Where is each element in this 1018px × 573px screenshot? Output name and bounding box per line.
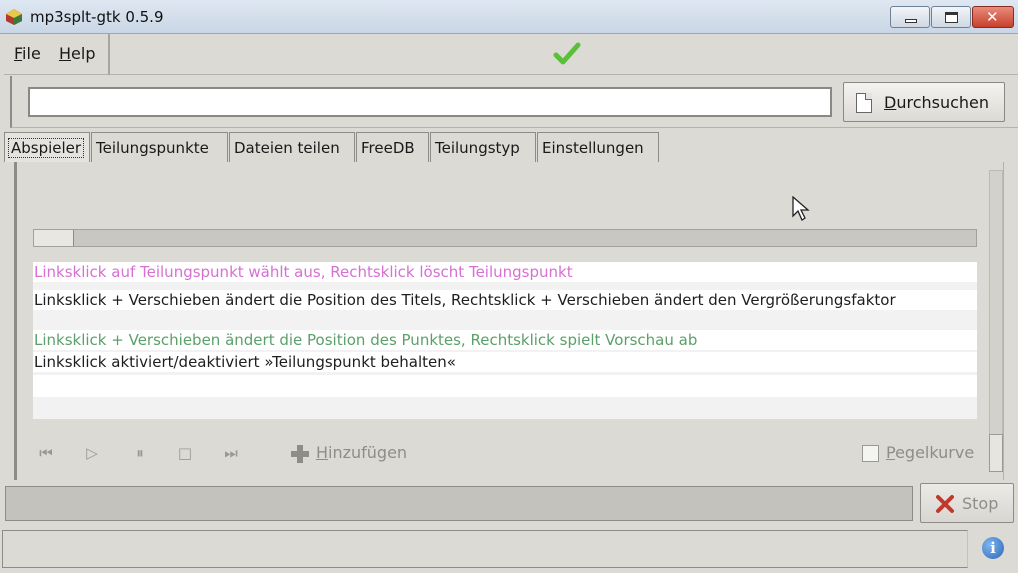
waveform-blank-row bbox=[33, 375, 977, 397]
tab-einstellungen[interactable]: Einstellungen bbox=[537, 132, 659, 162]
file-chooser-row: Durchsuchen bbox=[10, 76, 1018, 128]
stop-label: Stop bbox=[962, 494, 999, 513]
progress-bar bbox=[5, 486, 913, 521]
menu-separator bbox=[108, 34, 110, 75]
document-icon bbox=[856, 93, 872, 113]
add-splitpoint-button[interactable]: Hinzufügen bbox=[316, 443, 407, 462]
tab-freedb[interactable]: FreeDB bbox=[356, 132, 429, 162]
tab-dateien-teilen[interactable]: Dateien teilen bbox=[229, 132, 355, 162]
pause-icon[interactable]: ⏸ bbox=[129, 442, 151, 464]
browse-button[interactable]: Durchsuchen bbox=[843, 82, 1005, 122]
file-path-input[interactable] bbox=[28, 87, 832, 117]
mouse-cursor-icon bbox=[792, 196, 810, 221]
info-icon[interactable]: i bbox=[982, 537, 1004, 559]
close-icon: ✕ bbox=[986, 8, 999, 26]
position-slider-thumb[interactable] bbox=[34, 230, 74, 246]
close-button[interactable]: ✕ bbox=[972, 6, 1014, 28]
checkmark-icon bbox=[553, 42, 581, 65]
vertical-scrollbar[interactable] bbox=[989, 170, 1003, 470]
app-icon bbox=[6, 9, 22, 25]
menu-help[interactable]: Help bbox=[59, 44, 95, 63]
tab-teilungspunkte[interactable]: Teilungspunkte bbox=[91, 132, 228, 162]
next-icon[interactable]: ⏭ bbox=[220, 442, 242, 464]
stop-playback-icon[interactable]: □ bbox=[174, 442, 196, 464]
maximize-icon bbox=[945, 12, 958, 23]
tab-teilungstyp[interactable]: Teilungstyp bbox=[430, 132, 536, 162]
progress-row: Stop bbox=[0, 480, 1018, 526]
level-curve-label[interactable]: Pegelkurve bbox=[886, 443, 974, 462]
maximize-button[interactable] bbox=[931, 6, 971, 28]
tab-bar: Abspieler Teilungspunkte Dateien teilen … bbox=[4, 132, 1014, 162]
stop-x-icon bbox=[936, 495, 954, 513]
hint-line: Linksklick auf Teilungspunkt wählt aus, … bbox=[33, 262, 977, 282]
status-bar bbox=[2, 530, 968, 568]
minimize-icon bbox=[905, 19, 917, 23]
title-bar: mp3splt-gtk 0.5.9 ✕ bbox=[0, 0, 1018, 34]
player-controls: ⏮ ▷ ⏸ □ ⏭ Hinzufügen Pegelkurve bbox=[33, 437, 977, 471]
player-panel: Linksklick auf Teilungspunkt wählt aus, … bbox=[14, 162, 1004, 480]
tab-abspieler[interactable]: Abspieler bbox=[4, 132, 90, 162]
window-title: mp3splt-gtk 0.5.9 bbox=[30, 8, 164, 26]
vertical-scrollbar-thumb[interactable] bbox=[989, 434, 1003, 472]
play-icon[interactable]: ▷ bbox=[81, 442, 103, 464]
previous-icon[interactable]: ⏮ bbox=[35, 442, 57, 464]
hint-line: Linksklick + Verschieben ändert die Posi… bbox=[33, 330, 977, 350]
browse-label: Durchsuchen bbox=[884, 93, 990, 112]
menu-bar: File Help bbox=[4, 34, 1018, 75]
hint-line: Linksklick + Verschieben ändert die Posi… bbox=[33, 290, 977, 310]
waveform-area[interactable]: Linksklick auf Teilungspunkt wählt aus, … bbox=[33, 262, 977, 419]
menu-file[interactable]: File bbox=[14, 44, 41, 63]
level-curve-checkbox[interactable] bbox=[862, 445, 879, 462]
position-slider[interactable] bbox=[33, 229, 977, 247]
hint-line: Linksklick aktiviert/deaktiviert »Teilun… bbox=[33, 352, 977, 372]
minimize-button[interactable] bbox=[890, 6, 930, 28]
plus-icon[interactable] bbox=[290, 444, 310, 464]
stop-button[interactable]: Stop bbox=[920, 483, 1014, 523]
